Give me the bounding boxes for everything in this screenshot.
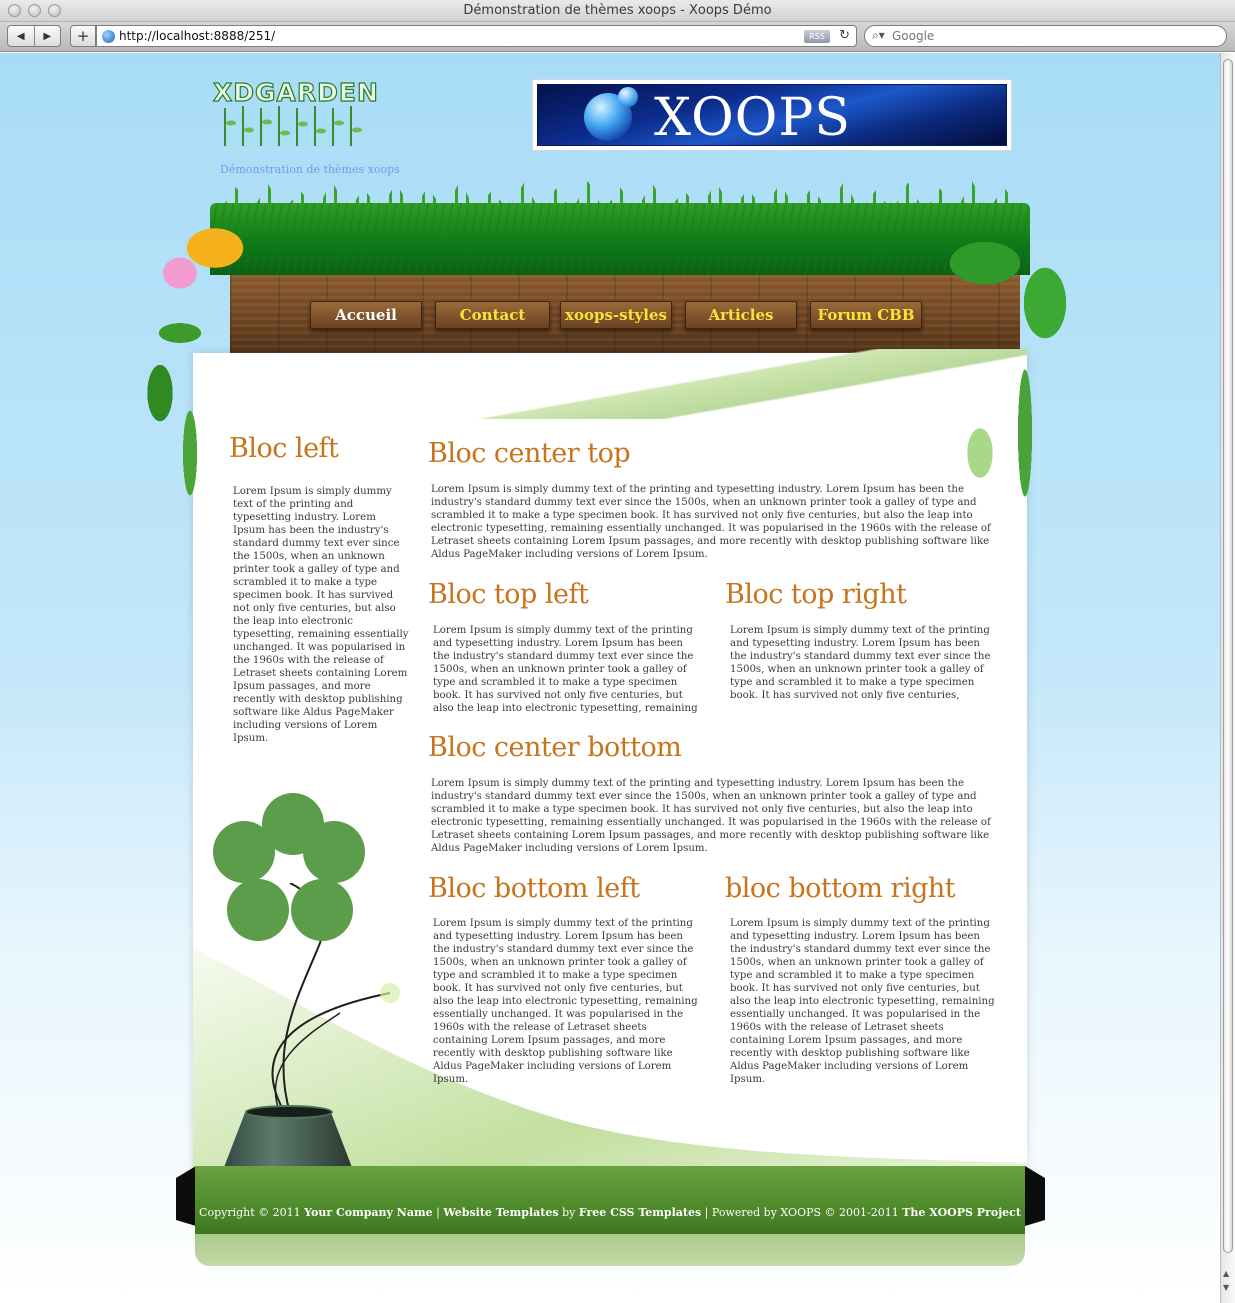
address-bar[interactable]: RSS ↻ (96, 25, 857, 47)
bloc-center-top-text: Lorem Ipsum is simply dummy text of the … (431, 484, 991, 560)
nav-item-articles[interactable]: Articles (685, 301, 797, 329)
nav-item-forum-cbb[interactable]: Forum CBB (810, 301, 922, 329)
nav-item-xoops-styles[interactable]: xoops-styles (560, 301, 672, 329)
vertical-scrollbar[interactable]: ▲ ▼ (1220, 53, 1235, 1303)
clover-leaf-bottom-left (227, 879, 289, 941)
forward-arrow-icon: ▶ (43, 30, 52, 42)
clover-leaf-left (213, 821, 275, 883)
back-arrow-icon: ◀ (16, 30, 25, 42)
bloc-top-right-text: Lorem Ipsum is simply dummy text of the … (730, 625, 991, 701)
bloc-center-bottom-title: Bloc center bottom (428, 732, 682, 763)
xoops-banner[interactable]: XOOPS (532, 79, 1012, 151)
footer-company-link[interactable]: Your Company Name (304, 1206, 432, 1219)
flower-pot-rim (245, 1105, 333, 1119)
footer-free-css-link[interactable]: Free CSS Templates (579, 1206, 701, 1219)
bloc-center-bottom-text: Lorem Ipsum is simply dummy text of the … (431, 778, 991, 854)
page-viewport: XDGARDEN Démonstration de thèmes xoops X… (0, 53, 1220, 1303)
history-nav: ◀ ▶ (7, 25, 61, 47)
nav-item-contact[interactable]: Contact (435, 301, 550, 329)
xoops-small-sphere-icon (618, 87, 638, 107)
banner-image: XOOPS (537, 84, 1007, 146)
search-icon: ⌕▾ (872, 28, 885, 42)
bloc-bottom-left-text: Lorem Ipsum is simply dummy text of the … (433, 918, 698, 1085)
bloc-bottom-left-title: Bloc bottom left (428, 873, 640, 904)
nav-item-accueil[interactable]: Accueil (310, 301, 422, 329)
footer-copyright: Copyright © 2011 Your Company Name | Web… (195, 1206, 1025, 1219)
footer-left-fold (176, 1166, 196, 1226)
bloc-bottom-right-title: bloc bottom right (725, 873, 956, 904)
scrollbar-thumb[interactable] (1223, 59, 1233, 1253)
bloc-bottom-right-text: Lorem Ipsum is simply dummy text of the … (730, 918, 995, 1085)
forward-button[interactable]: ▶ (33, 26, 61, 46)
footer-bar (195, 1166, 1025, 1234)
logo-plants-graphic (224, 106, 362, 146)
back-button[interactable]: ◀ (8, 26, 34, 46)
reload-icon[interactable]: ↻ (839, 28, 850, 43)
footer-xoops-project-link[interactable]: The XOOPS Project (902, 1206, 1021, 1219)
window-titlebar: Démonstration de thèmes xoops - Xoops Dé… (0, 0, 1235, 22)
scroll-down-arrow-icon[interactable]: ▼ (1223, 1283, 1229, 1292)
window-title: Démonstration de thèmes xoops - Xoops Dé… (463, 3, 772, 18)
bloc-center-top-title: Bloc center top (428, 438, 631, 469)
footer-powered-by: | Powered by XOOPS © 2001-2011 (704, 1206, 899, 1219)
globe-icon (102, 30, 115, 43)
bloc-top-right-title: Bloc top right (725, 579, 907, 610)
footer-copyright-prefix: Copyright © 2011 (199, 1206, 301, 1219)
search-input[interactable] (892, 29, 1192, 43)
search-field[interactable]: ⌕▾ (864, 25, 1227, 47)
footer-right-fold (1025, 1166, 1045, 1226)
leaves-right-decoration (905, 193, 1095, 523)
add-bookmark-icon: + (76, 27, 90, 45)
scroll-up-arrow-icon[interactable]: ▲ (1223, 1269, 1229, 1278)
browser-toolbar: ◀ ▶ + RSS ↻ ⌕▾ (0, 22, 1235, 52)
footer-underlay (195, 1234, 1025, 1266)
clover-leaf-bottom-right (291, 879, 353, 941)
flower-leaves-left-decoration (120, 193, 270, 513)
url-input[interactable] (119, 29, 719, 43)
bloc-left-text: Lorem Ipsum is simply dummy text of the … (233, 486, 409, 744)
site-logo[interactable]: XDGARDEN (212, 77, 379, 148)
bloc-top-left-title: Bloc top left (428, 579, 589, 610)
rss-button[interactable]: RSS (804, 30, 830, 43)
footer-by: by (562, 1206, 576, 1219)
bloc-left-title: Bloc left (229, 433, 339, 464)
site-slogan: Démonstration de thèmes xoops (220, 163, 400, 176)
clover-leaf-right (303, 821, 365, 883)
footer-separator: | (436, 1206, 440, 1219)
add-bookmark-button[interactable]: + (70, 25, 96, 47)
bloc-top-left-text: Lorem Ipsum is simply dummy text of the … (433, 625, 698, 714)
footer-templates-link[interactable]: Website Templates (443, 1206, 558, 1219)
panel-curve-decoration (193, 349, 1027, 419)
banner-text: XOOPS (654, 88, 851, 146)
clover-graphic (213, 793, 373, 953)
